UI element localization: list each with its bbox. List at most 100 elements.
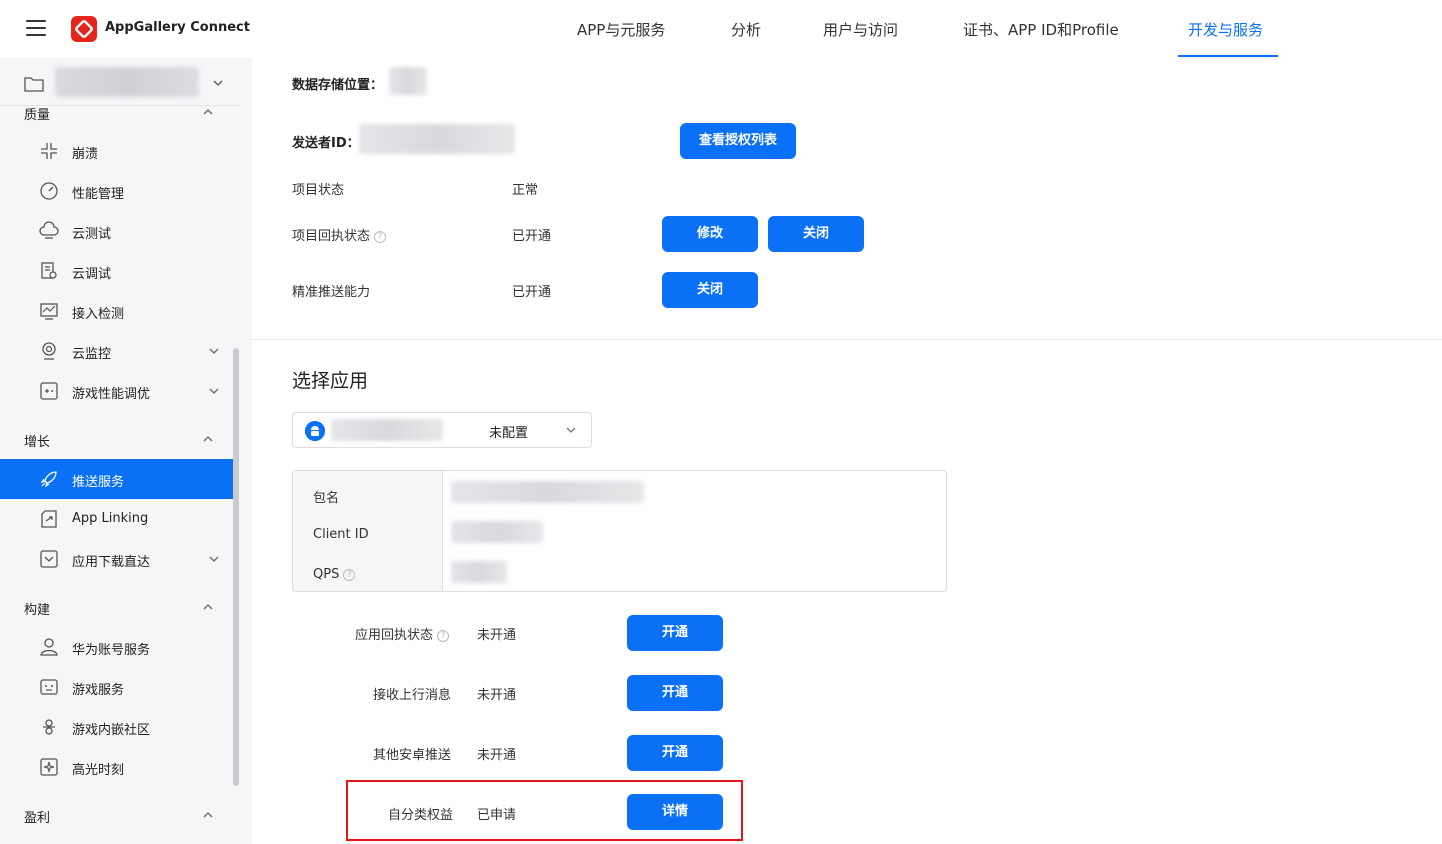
sidebar-item-performance[interactable]: 性能管理 [0, 171, 234, 211]
upstream-msg-label: 接收上行消息 [373, 688, 452, 703]
sender-id-label: 发送者ID： [292, 136, 360, 151]
sidebar-item-crash[interactable]: 崩溃 [0, 131, 234, 171]
chevron-up-icon[interactable] [203, 602, 213, 612]
chevron-up-icon[interactable] [203, 810, 213, 820]
main-content: 数据存储位置： 发送者ID： 查看授权列表 项目状态 正常 项目回执状态? 已开… [252, 58, 1442, 844]
project-receipt-label-text: 项目回执状态 [292, 229, 371, 244]
sidebar-item-cloud-test[interactable]: 云测试 [0, 211, 234, 251]
nav-tab-analytics[interactable]: 分析 [731, 19, 761, 40]
nav-tab-app-services[interactable]: APP与元服务 [577, 19, 665, 40]
sidebar-item-label: 性能管理 [72, 187, 125, 202]
sidebar-item-highlights[interactable]: 高光时刻 [0, 747, 234, 787]
sidebar-item-label: 推送服务 [72, 475, 125, 490]
webcam-icon [42, 342, 56, 360]
sender-id-redacted [359, 124, 515, 154]
sidebar-item-label: 应用下载直达 [72, 555, 151, 570]
android-icon [305, 421, 325, 441]
project-status-value: 正常 [512, 183, 539, 198]
project-name-redacted [55, 67, 199, 97]
nav-tab-certificates[interactable]: 证书、APP ID和Profile [963, 19, 1119, 40]
download-box-icon [40, 550, 58, 568]
sidebar-section-profit[interactable]: 盈利 [24, 807, 50, 826]
chevron-up-icon[interactable] [203, 107, 213, 117]
sidebar-item-label: 云调试 [72, 267, 112, 282]
sidebar-item-push-service[interactable]: 推送服务 [0, 459, 234, 499]
chevron-down-icon[interactable] [209, 346, 219, 356]
folder-icon [24, 77, 44, 92]
other-android-push-value: 未开通 [477, 748, 517, 763]
chevron-down-icon[interactable] [209, 554, 219, 564]
menu-icon[interactable] [26, 20, 46, 36]
other-android-push-label: 其他安卓推送 [373, 748, 452, 763]
gamepad-box-icon [40, 382, 58, 400]
sidebar-item-label: 游戏性能调优 [72, 387, 151, 402]
project-receipt-value: 已开通 [512, 229, 552, 244]
sidebar-item-cloud-monitor[interactable]: 云监控 [0, 331, 234, 371]
sidebar-scrollbar[interactable] [233, 348, 239, 786]
sidebar-item-game-community[interactable]: 游戏内嵌社区 [0, 707, 234, 747]
sidebar-item-label: 华为账号服务 [72, 643, 151, 658]
app-info-table: 包名 Client ID QPS? [292, 470, 947, 592]
close-precise-push-button[interactable]: 关闭 [662, 272, 758, 308]
nav-tab-users-access[interactable]: 用户与访问 [823, 19, 898, 40]
community-icon [43, 719, 55, 735]
app-info-keys: 包名 Client ID QPS? [293, 471, 443, 591]
top-header: AppGallery Connect APP与元服务 分析 用户与访问 证书、A… [0, 0, 1442, 58]
sidebar-item-cloud-debug[interactable]: 云调试 [0, 251, 234, 291]
package-name-key: 包名 [313, 491, 340, 506]
app-receipt-value: 未开通 [477, 628, 517, 643]
nav-tab-dev-services[interactable]: 开发与服务 [1188, 19, 1263, 40]
project-receipt-label: 项目回执状态? [292, 225, 387, 244]
sidebar-item-huawei-account[interactable]: 华为账号服务 [0, 627, 234, 667]
sidebar-item-app-linking[interactable]: App Linking [0, 499, 234, 539]
sidebar-item-access-check[interactable]: 接入检测 [0, 291, 234, 331]
sidebar-item-label: 游戏内嵌社区 [72, 723, 151, 738]
enable-other-android-push-button[interactable]: 开通 [627, 735, 723, 771]
rocket-icon [40, 471, 57, 488]
sidebar-item-game-perf[interactable]: 游戏性能调优 [0, 371, 234, 411]
cloud-icon [39, 221, 59, 239]
user-icon [40, 638, 58, 656]
appgallery-logo-icon [71, 16, 97, 42]
select-app-title: 选择应用 [292, 370, 369, 392]
package-name-redacted [451, 481, 644, 503]
qps-key: QPS? [313, 567, 356, 582]
close-receipt-button[interactable]: 关闭 [768, 216, 864, 252]
app-name-redacted [331, 419, 443, 441]
crash-icon [41, 143, 57, 159]
sidebar-section-build[interactable]: 构建 [24, 599, 50, 618]
enable-app-receipt-button[interactable]: 开通 [627, 615, 723, 651]
upstream-msg-value: 未开通 [477, 688, 517, 703]
chevron-down-icon[interactable] [566, 425, 576, 435]
chevron-up-icon[interactable] [203, 434, 213, 444]
app-receipt-label: 应用回执状态? [355, 624, 450, 643]
chevron-down-icon[interactable] [209, 386, 219, 396]
sidebar-item-game-service[interactable]: 游戏服务 [0, 667, 234, 707]
enable-upstream-msg-button[interactable]: 开通 [627, 675, 723, 711]
sidebar-section-quality[interactable]: 质量 [24, 104, 50, 123]
sidebar-item-label: 游戏服务 [72, 683, 125, 698]
monitor-chart-icon [40, 303, 58, 320]
gauge-icon [40, 182, 58, 200]
highlight-box [346, 780, 743, 841]
storage-location-label: 数据存储位置： [292, 78, 384, 93]
storage-location-redacted [389, 67, 427, 95]
sparkle-icon [40, 758, 58, 776]
help-icon[interactable]: ? [374, 230, 387, 243]
app-config-status: 未配置 [489, 426, 529, 441]
app-receipt-label-text: 应用回执状态 [355, 628, 434, 643]
modify-receipt-button[interactable]: 修改 [662, 216, 758, 252]
document-debug-icon [41, 262, 57, 279]
help-icon[interactable]: ? [343, 568, 356, 581]
chevron-down-icon[interactable] [213, 78, 223, 88]
sidebar-item-app-download[interactable]: 应用下载直达 [0, 539, 234, 579]
sidebar-section-growth[interactable]: 增长 [24, 431, 50, 450]
help-icon[interactable]: ? [437, 629, 450, 642]
project-selector[interactable] [0, 58, 240, 106]
app-select-dropdown[interactable]: 未配置 [292, 412, 592, 448]
client-id-key: Client ID [313, 527, 369, 542]
view-auth-list-button[interactable]: 查看授权列表 [680, 123, 796, 159]
sidebar-item-label: 崩溃 [72, 147, 99, 162]
section-divider [252, 339, 1442, 340]
project-status-label: 项目状态 [292, 183, 345, 198]
